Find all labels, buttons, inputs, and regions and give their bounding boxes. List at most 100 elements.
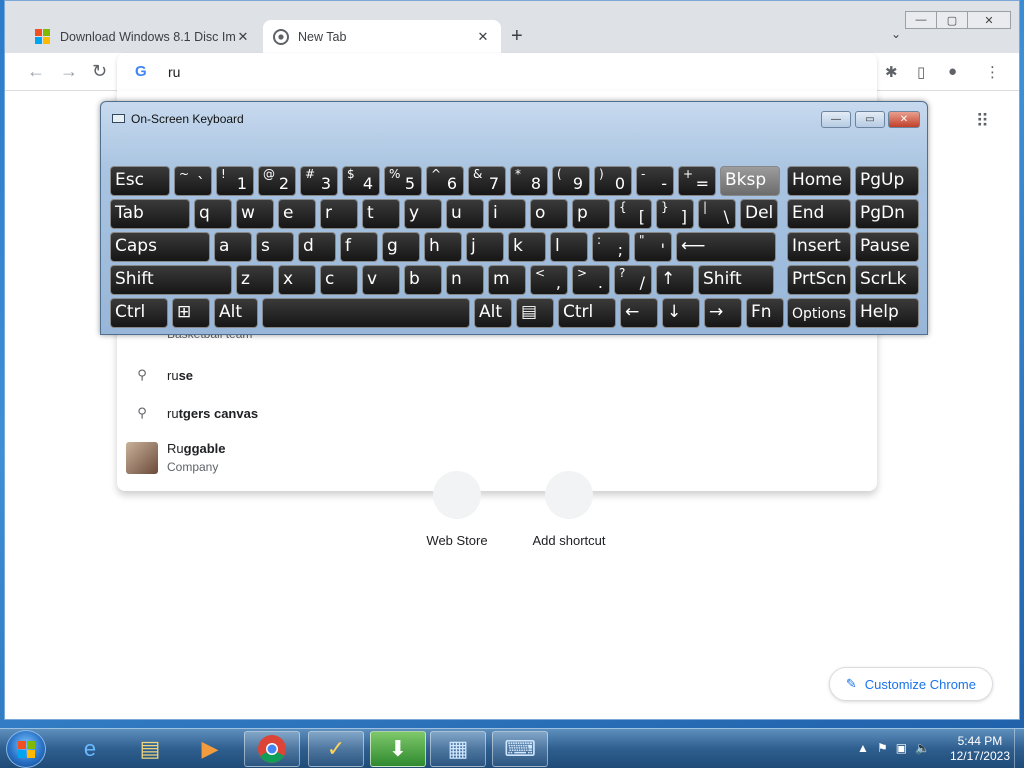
suggestion-row[interactable]: ⚲ ruse <box>117 367 877 383</box>
key-symbol[interactable]: ↓ <box>662 298 700 328</box>
omnibox-input[interactable]: ru <box>168 64 180 80</box>
customize-chrome-button[interactable]: ✎ Customize Chrome <box>828 667 993 701</box>
key-p[interactable]: p <box>572 199 610 229</box>
key-symbol[interactable]: <, <box>530 265 568 295</box>
key-symbol[interactable]: :; <box>592 232 630 262</box>
minimize-button[interactable]: — <box>905 11 937 29</box>
key-pgdn[interactable]: PgDn <box>855 199 919 229</box>
clock[interactable]: 5:44 PM 12/17/2023 <box>950 734 1010 764</box>
key-esc[interactable]: Esc <box>110 166 170 196</box>
keyboard-taskbar-icon[interactable]: ⌨ <box>492 731 548 767</box>
document-app-icon[interactable]: ✓ <box>308 731 364 767</box>
key-pause[interactable]: Pause <box>855 232 919 262</box>
key-t[interactable]: t <box>362 199 400 229</box>
new-tab-button[interactable]: + <box>511 25 523 48</box>
key-e[interactable]: e <box>278 199 316 229</box>
key-bksp[interactable]: Bksp <box>720 166 780 196</box>
key-b[interactable]: b <box>404 265 442 295</box>
tab-search-icon[interactable]: ⌄ <box>891 27 901 41</box>
back-icon[interactable]: ← <box>27 61 45 82</box>
key-u[interactable]: u <box>446 199 484 229</box>
internet-explorer-icon[interactable]: e <box>62 731 118 767</box>
tray-arrow-icon[interactable]: ▲ <box>857 741 869 755</box>
profile-icon[interactable]: ● <box>948 63 957 80</box>
key-symbol[interactable]: ▤ <box>516 298 554 328</box>
shortcut-web-store[interactable]: Web Store <box>407 471 507 548</box>
osk-minimize-button[interactable]: — <box>821 111 851 128</box>
network-icon[interactable]: ▣ <box>896 741 907 755</box>
key-home[interactable]: Home <box>787 166 851 196</box>
file-explorer-icon[interactable]: ▤ <box>122 731 178 767</box>
key-symbol[interactable]: ↑ <box>656 265 694 295</box>
key-n[interactable]: n <box>446 265 484 295</box>
show-desktop-button[interactable] <box>1014 729 1024 768</box>
key-shift[interactable]: Shift <box>698 265 774 295</box>
key-pgup[interactable]: PgUp <box>855 166 919 196</box>
key-symbol[interactable]: " ' <box>634 232 672 262</box>
key-1[interactable]: ! 1 <box>216 166 254 196</box>
key-symbol[interactable]: + = <box>678 166 716 196</box>
key-ctrl[interactable]: Ctrl <box>558 298 616 328</box>
key-tab[interactable]: Tab <box>110 199 190 229</box>
key-symbol[interactable]: ? / <box>614 265 652 295</box>
key-2[interactable]: @2 <box>258 166 296 196</box>
key-d[interactable]: d <box>298 232 336 262</box>
key-space[interactable] <box>262 298 470 328</box>
key-options[interactable]: Options <box>787 298 851 328</box>
key-9[interactable]: (9 <box>552 166 590 196</box>
key-q[interactable]: q <box>194 199 232 229</box>
tab-close-icon[interactable]: ✕ <box>235 29 251 45</box>
media-player-icon[interactable]: ▶ <box>182 731 238 767</box>
suggestion-row[interactable]: ⚲ rutgers canvas <box>117 405 877 421</box>
key-help[interactable]: Help <box>855 298 919 328</box>
key-caps[interactable]: Caps <box>110 232 210 262</box>
key-symbol[interactable]: → <box>704 298 742 328</box>
extensions-icon[interactable]: ✱ <box>885 63 898 81</box>
omnibox[interactable]: G ru <box>117 53 877 91</box>
suggestion-row[interactable]: Ruggable Company <box>117 441 877 474</box>
key-8[interactable]: * 8 <box>510 166 548 196</box>
key-f[interactable]: f <box>340 232 378 262</box>
key-symbol[interactable]: ⟵ <box>676 232 776 262</box>
key-end[interactable]: End <box>787 199 851 229</box>
menu-icon[interactable]: ⋮ <box>985 63 1000 81</box>
control-panel-icon[interactable]: ▦ <box>430 731 486 767</box>
key-symbol[interactable]: -- <box>636 166 674 196</box>
osk-close-button[interactable]: ✕ <box>888 111 920 128</box>
maximize-button[interactable]: ▢ <box>936 11 968 29</box>
action-center-icon[interactable]: ⚑ <box>877 741 888 755</box>
key-ctrl[interactable]: Ctrl <box>110 298 168 328</box>
key-x[interactable]: x <box>278 265 316 295</box>
key-symbol[interactable]: ~ ` <box>174 166 212 196</box>
side-panel-icon[interactable]: ▯ <box>917 63 925 81</box>
key-r[interactable]: r <box>320 199 358 229</box>
google-apps-icon[interactable]: ⠿ <box>976 111 989 132</box>
key-o[interactable]: o <box>530 199 568 229</box>
key-del[interactable]: Del <box>740 199 778 229</box>
key-y[interactable]: y <box>404 199 442 229</box>
tab-download-windows[interactable]: Download Windows 8.1 Disc Ima ✕ <box>25 20 261 53</box>
key-z[interactable]: z <box>236 265 274 295</box>
key-a[interactable]: a <box>214 232 252 262</box>
forward-icon[interactable]: → <box>60 61 78 82</box>
key-3[interactable]: #3 <box>300 166 338 196</box>
key-shift[interactable]: Shift <box>110 265 232 295</box>
key-symbol[interactable]: ⊞ <box>172 298 210 328</box>
key-i[interactable]: i <box>488 199 526 229</box>
key-k[interactable]: k <box>508 232 546 262</box>
key-symbol[interactable]: >. <box>572 265 610 295</box>
chrome-taskbar-button[interactable] <box>244 731 300 767</box>
key-fn[interactable]: Fn <box>746 298 784 328</box>
key-prtscn[interactable]: PrtScn <box>787 265 851 295</box>
key-5[interactable]: % 5 <box>384 166 422 196</box>
tab-new-tab[interactable]: New Tab ✕ <box>263 20 501 53</box>
key-7[interactable]: & 7 <box>468 166 506 196</box>
key-m[interactable]: m <box>488 265 526 295</box>
start-button[interactable] <box>6 730 46 768</box>
key-alt[interactable]: Alt <box>214 298 258 328</box>
key-insert[interactable]: Insert <box>787 232 851 262</box>
key-symbol[interactable]: }] <box>656 199 694 229</box>
download-manager-icon[interactable]: ⬇ <box>370 731 426 767</box>
reload-icon[interactable]: ↻ <box>92 61 107 82</box>
key-g[interactable]: g <box>382 232 420 262</box>
